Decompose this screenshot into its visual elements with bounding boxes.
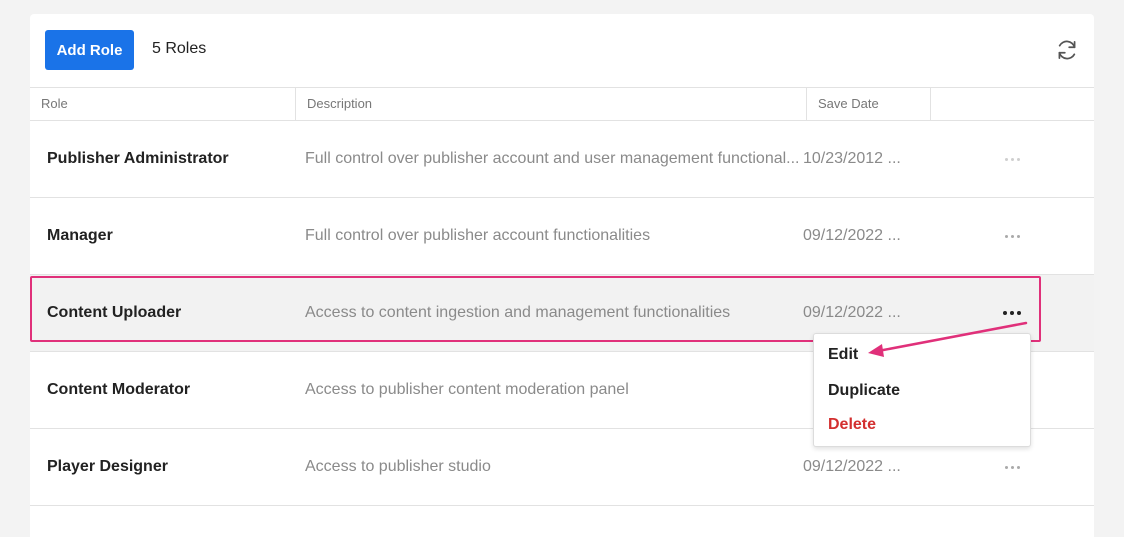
menu-item-duplicate[interactable]: Duplicate [828, 382, 900, 400]
role-description: Access to publisher studio [305, 458, 491, 475]
role-name: Content Uploader [47, 304, 182, 321]
more-options-icon[interactable] [996, 226, 1028, 246]
column-header-save-date[interactable]: Save Date [806, 88, 930, 120]
roles-count: 5 Roles [152, 40, 207, 57]
role-name: Player Designer [47, 458, 168, 475]
table-row[interactable]: Publisher Administrator Full control ove… [30, 121, 1094, 198]
role-description: Full control over publisher account and … [305, 150, 800, 167]
role-description: Access to content ingestion and manageme… [305, 304, 731, 321]
role-description: Access to publisher content moderation p… [305, 381, 629, 398]
refresh-icon[interactable] [1054, 37, 1080, 63]
add-role-button[interactable]: Add Role [45, 30, 134, 70]
column-header-actions [930, 88, 1094, 120]
role-name: Publisher Administrator [47, 150, 229, 167]
context-menu: Edit Duplicate Delete [813, 333, 1031, 447]
menu-item-edit[interactable]: Edit [828, 346, 858, 364]
more-options-icon[interactable] [996, 149, 1028, 169]
roles-panel: Add Role 5 Roles Role Description Save D… [30, 14, 1094, 537]
role-name: Manager [47, 227, 113, 244]
menu-item-delete[interactable]: Delete [828, 416, 876, 434]
role-save-date: 09/12/2022 ... [803, 227, 901, 244]
table-row[interactable]: Manager Full control over publisher acco… [30, 198, 1094, 275]
toolbar: Add Role 5 Roles [30, 14, 1094, 87]
column-header-role[interactable]: Role [30, 88, 295, 120]
role-description: Full control over publisher account func… [305, 227, 651, 244]
more-options-icon[interactable] [996, 457, 1028, 477]
role-name: Content Moderator [47, 381, 191, 398]
column-header-description[interactable]: Description [295, 88, 806, 120]
role-save-date: 10/23/2012 ... [803, 150, 901, 167]
table-header: Role Description Save Date [30, 87, 1094, 121]
more-options-icon[interactable] [996, 303, 1028, 323]
